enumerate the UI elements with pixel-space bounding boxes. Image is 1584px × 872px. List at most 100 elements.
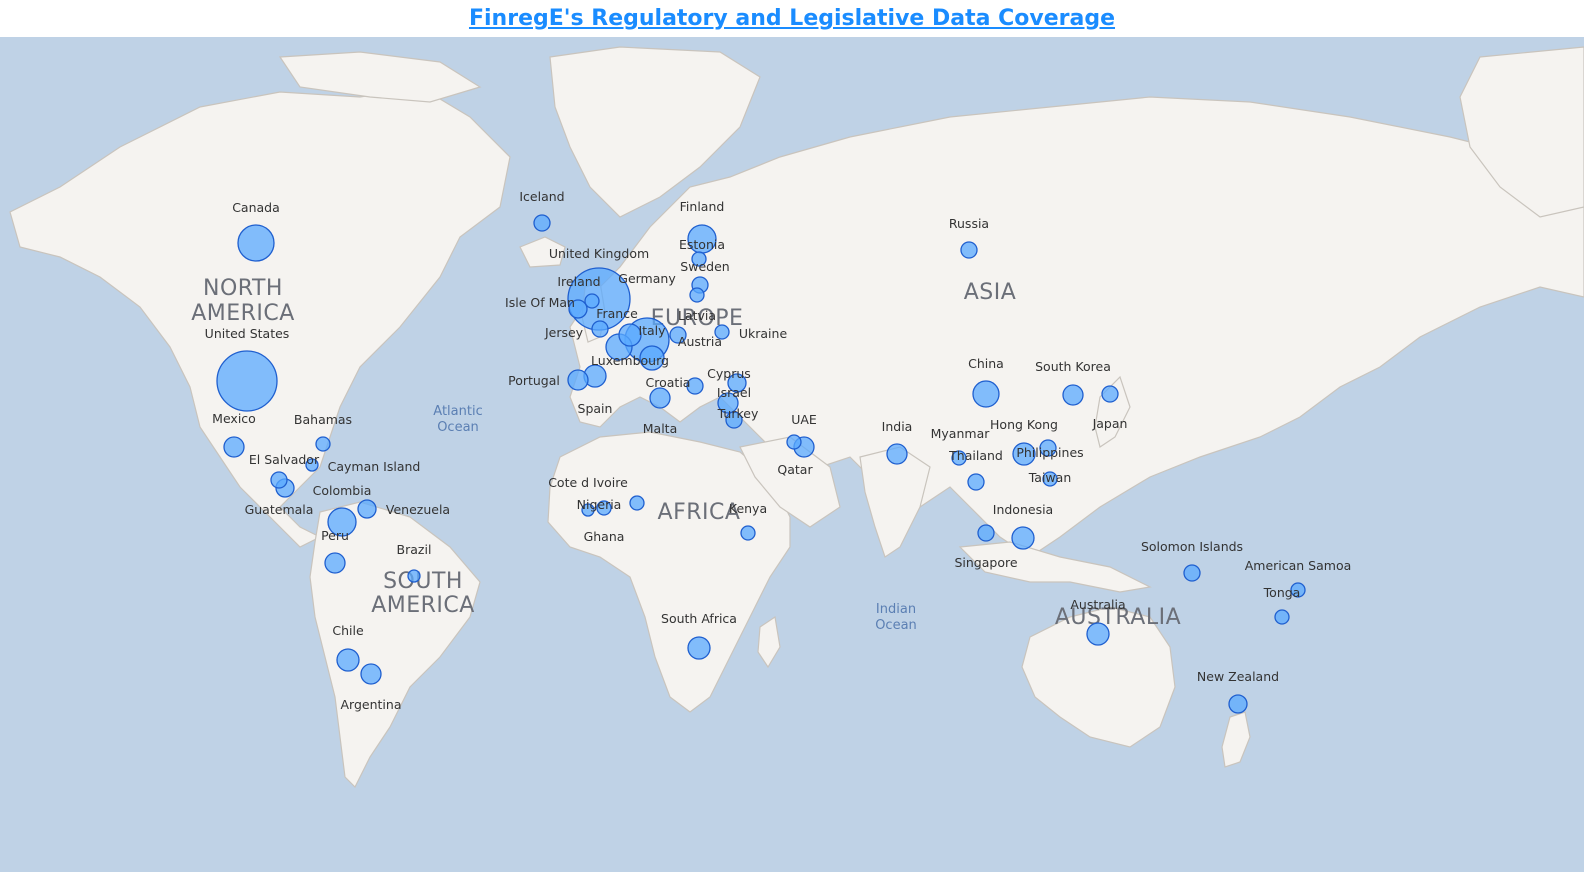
label-tonga: Tonga xyxy=(1263,585,1301,600)
label-singapore: Singapore xyxy=(954,555,1017,570)
new-zealand-land xyxy=(1221,711,1251,768)
bubble-thailand[interactable] xyxy=(967,473,985,491)
label-chile: Chile xyxy=(332,623,364,638)
label-israel: Israel xyxy=(717,385,751,400)
label-australia: Australia xyxy=(1070,597,1125,612)
bubble-mexico[interactable] xyxy=(223,436,245,458)
continent-label-north-america-1: NORTH xyxy=(203,276,283,301)
label-colombia: Colombia xyxy=(313,483,372,498)
label-japan: Japan xyxy=(1092,416,1128,431)
bubble-iceland[interactable] xyxy=(533,214,551,232)
label-solomon-islands: Solomon Islands xyxy=(1141,539,1243,554)
label-iceland: Iceland xyxy=(519,189,564,204)
bubble-qatar[interactable] xyxy=(786,434,802,450)
bubble-tonga[interactable] xyxy=(1274,609,1290,625)
label-bahamas: Bahamas xyxy=(294,412,352,427)
label-canada: Canada xyxy=(232,200,280,215)
label-taiwan: Taiwan xyxy=(1028,470,1072,485)
bubble-canada[interactable] xyxy=(237,224,275,262)
bubble-portugal[interactable] xyxy=(567,369,589,391)
label-italy: Italy xyxy=(638,323,666,338)
page-title[interactable]: FinregE's Regulatory and Legislative Dat… xyxy=(469,6,1115,31)
label-isle-of-man: Isle Of Man xyxy=(505,295,575,310)
label-austria: Austria xyxy=(678,334,722,349)
label-new-zealand: New Zealand xyxy=(1197,669,1279,684)
label-qatar: Qatar xyxy=(777,462,813,477)
bubble-argentina[interactable] xyxy=(360,663,382,685)
bubble-chile[interactable] xyxy=(336,648,360,672)
bubble-solomon-islands[interactable] xyxy=(1183,564,1201,582)
bubble-nigeria[interactable] xyxy=(629,495,645,511)
bubble-australia[interactable] xyxy=(1086,622,1110,646)
bubble-peru[interactable] xyxy=(324,552,346,574)
continent-label-north-america-2: AMERICA xyxy=(191,301,295,326)
label-ghana: Ghana xyxy=(584,529,625,544)
label-spain: Spain xyxy=(578,401,613,416)
bubble-venezuela[interactable] xyxy=(357,499,377,519)
label-thailand: Thailand xyxy=(948,448,1003,463)
continent-label-south-america-1: SOUTH xyxy=(383,569,463,594)
label-indonesia: Indonesia xyxy=(993,502,1053,517)
label-philippines: Philippines xyxy=(1016,445,1083,460)
label-cyprus: Cyprus xyxy=(707,366,751,381)
label-latvia: Latvia xyxy=(678,308,716,323)
south-america-land xyxy=(309,501,481,789)
label-cote-d-ivoire: Cote d Ivoire xyxy=(548,475,628,490)
label-nigeria: Nigeria xyxy=(577,497,622,512)
label-el-salvador: El Salvador xyxy=(249,452,320,467)
label-china: China xyxy=(968,356,1004,371)
label-finland: Finland xyxy=(680,199,725,214)
header: FinregE's Regulatory and Legislative Dat… xyxy=(0,0,1584,37)
label-uae: UAE xyxy=(791,412,817,427)
bubble-malta[interactable] xyxy=(649,387,671,409)
bubble-brazil[interactable] xyxy=(407,569,421,583)
label-ukraine: Ukraine xyxy=(739,326,788,341)
madagascar-land xyxy=(757,615,781,669)
bubble-new-zealand[interactable] xyxy=(1228,694,1248,714)
bubble-china[interactable] xyxy=(972,380,1000,408)
label-ireland: Ireland xyxy=(557,274,600,289)
bubble-india[interactable] xyxy=(886,443,908,465)
label-argentina: Argentina xyxy=(341,697,402,712)
label-venezuela: Venezuela xyxy=(386,502,450,517)
label-croatia: Croatia xyxy=(646,375,691,390)
label-american-samoa: American Samoa xyxy=(1245,558,1352,573)
bubble-singapore[interactable] xyxy=(977,524,995,542)
label-sweden: Sweden xyxy=(680,259,729,274)
bubble-el-salvador[interactable] xyxy=(270,471,288,489)
label-south-korea: South Korea xyxy=(1035,359,1111,374)
bubble-south-korea[interactable] xyxy=(1062,384,1084,406)
ocean-label-indian-1: Indian xyxy=(876,602,916,617)
label-india: India xyxy=(882,419,913,434)
label-malta: Malta xyxy=(643,421,677,436)
label-estonia: Estonia xyxy=(679,237,725,252)
bubble-bahamas[interactable] xyxy=(315,436,331,452)
label-portugal: Portugal xyxy=(508,373,560,388)
label-germany: Germany xyxy=(618,271,676,286)
label-cayman-island: Cayman Island xyxy=(328,459,421,474)
label-united-kingdom: United Kingdom xyxy=(549,246,649,261)
bubble-south-africa[interactable] xyxy=(687,636,711,660)
label-myanmar: Myanmar xyxy=(931,426,991,441)
bubble-latvia[interactable] xyxy=(689,287,705,303)
label-united-states: United States xyxy=(205,326,290,341)
bubble-japan[interactable] xyxy=(1101,385,1119,403)
continent-label-south-america-2: AMERICA xyxy=(371,593,475,618)
bubble-kenya[interactable] xyxy=(740,525,756,541)
continent-label-asia: ASIA xyxy=(964,280,1017,305)
bubble-indonesia[interactable] xyxy=(1011,526,1035,550)
label-russia: Russia xyxy=(949,216,989,231)
label-brazil: Brazil xyxy=(397,542,432,557)
label-hong-kong: Hong Kong xyxy=(990,417,1058,432)
label-mexico: Mexico xyxy=(212,411,256,426)
label-south-africa: South Africa xyxy=(661,611,737,626)
label-luxembourg: Luxembourg xyxy=(591,353,669,368)
world-map[interactable]: NORTH AMERICA SOUTH AMERICA EUROPE AFRIC… xyxy=(0,37,1584,872)
ocean-label-atlantic-1: Atlantic xyxy=(433,404,482,419)
label-turkey: Turkey xyxy=(717,406,759,421)
label-kenya: Kenya xyxy=(729,501,767,516)
bubble-jersey[interactable] xyxy=(591,320,609,338)
map-view[interactable]: NORTH AMERICA SOUTH AMERICA EUROPE AFRIC… xyxy=(0,37,1584,872)
bubble-united-states[interactable] xyxy=(216,350,278,412)
bubble-russia[interactable] xyxy=(960,241,978,259)
